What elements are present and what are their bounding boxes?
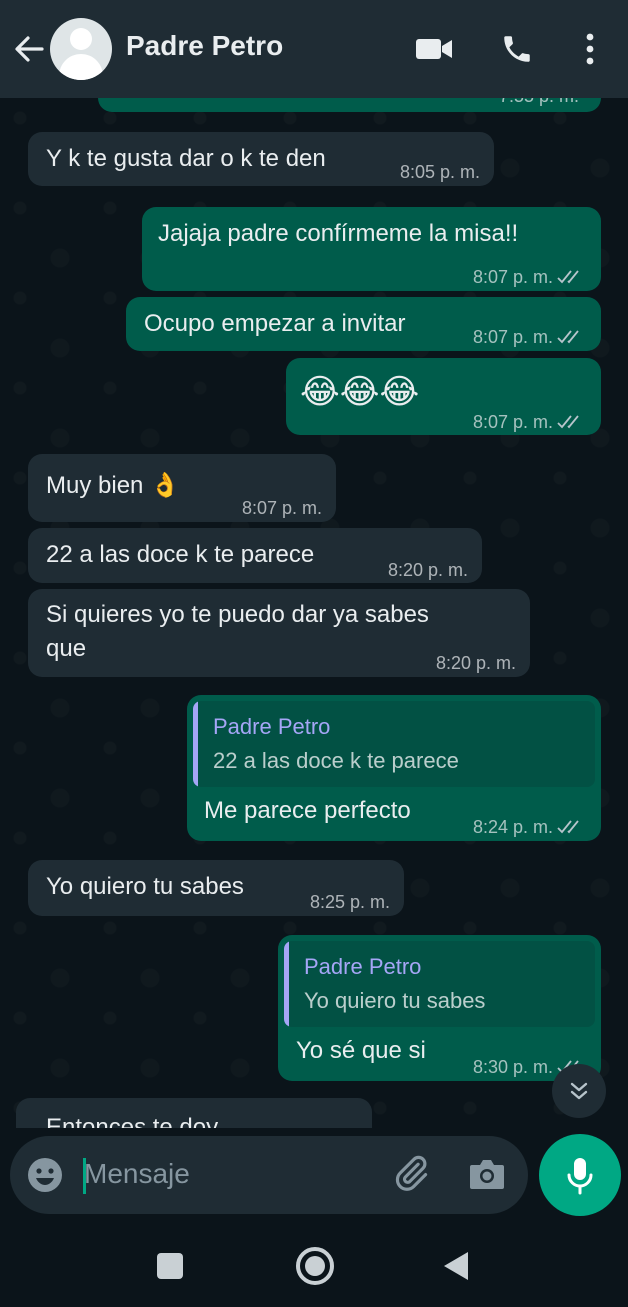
message-emoji: 😂😂😂 bbox=[300, 373, 420, 411]
quoted-message[interactable]: Padre Petro Yo quiero tu sabes bbox=[284, 941, 595, 1027]
message-text: Yo quiero tu sabes bbox=[46, 873, 244, 900]
chat-header: Padre Petro bbox=[0, 0, 628, 98]
message-time: 8:20 p. m. bbox=[435, 653, 516, 673]
message-bubble-outgoing[interactable]: Jajaja padre confírmeme la misa!! 8:07 p… bbox=[142, 207, 601, 291]
message-time: 8:25 p. m. bbox=[309, 892, 390, 912]
nav-square-icon[interactable] bbox=[156, 1252, 184, 1280]
message-input[interactable]: Mensaje bbox=[84, 1158, 190, 1190]
video-call-icon[interactable] bbox=[414, 34, 454, 64]
back-arrow-icon[interactable] bbox=[12, 32, 46, 66]
mic-icon bbox=[567, 1158, 593, 1195]
message-bubble-outgoing[interactable]: Padre Petro Yo quiero tu sabes Yo sé que… bbox=[278, 935, 601, 1081]
quoted-message[interactable]: Padre Petro 22 a las doce k te parece bbox=[193, 701, 595, 787]
message-time: 8:07 p. m. bbox=[472, 327, 553, 347]
scroll-down-icon bbox=[570, 1082, 588, 1100]
contact-name[interactable]: Padre Petro bbox=[126, 30, 283, 62]
quoted-text: 22 a las doce k te parece bbox=[213, 748, 459, 773]
system-nav-bar bbox=[0, 1224, 628, 1307]
emoji-icon[interactable] bbox=[26, 1156, 64, 1194]
message-bubble-outgoing[interactable]: 😂😂😂 8:07 p. m. bbox=[286, 358, 601, 435]
nav-triangle-icon[interactable] bbox=[442, 1250, 470, 1282]
message-bubble-incoming[interactable]: Muy bien 👌 8:07 p. m. bbox=[28, 454, 336, 522]
scroll-down-button[interactable] bbox=[552, 1064, 606, 1118]
quoted-text: Yo quiero tu sabes bbox=[304, 988, 486, 1013]
message-time: 8:07 p. m. bbox=[472, 412, 553, 432]
message-time: 8:30 p. m. bbox=[472, 1057, 553, 1077]
message-text: Si quieres yo te puedo dar ya sabes bbox=[46, 601, 429, 628]
read-ticks-icon bbox=[557, 330, 579, 344]
message-bubble-incoming[interactable]: Y k te gusta dar o k te den 8:05 p. m. bbox=[28, 132, 494, 186]
read-ticks-icon bbox=[557, 415, 579, 429]
message-bubble-incoming[interactable]: Entonces te doy bbox=[16, 1098, 372, 1128]
quoted-author: Padre Petro bbox=[213, 714, 331, 739]
message-bubble-incoming[interactable]: Si quieres yo te puedo dar ya sabes que … bbox=[28, 589, 530, 677]
message-text-line2: que bbox=[46, 635, 87, 662]
message-bubble-outgoing[interactable]: 7:55 p. m. bbox=[98, 98, 601, 112]
message-list[interactable]: 7:55 p. m. Y k te gusta dar o k te den 8… bbox=[0, 98, 628, 1128]
message-bubble-outgoing[interactable]: Ocupo empezar a invitar 8:07 p. m. bbox=[126, 297, 601, 351]
quoted-author: Padre Petro bbox=[304, 954, 422, 979]
message-time: 7:55 p. m. bbox=[499, 98, 579, 112]
message-text: Y k te gusta dar o k te den bbox=[46, 145, 326, 172]
message-bubble-incoming[interactable]: Yo quiero tu sabes 8:25 p. m. bbox=[28, 860, 404, 916]
message-time: 8:05 p. m. bbox=[399, 162, 480, 182]
message-text: 22 a las doce k te parece bbox=[46, 541, 315, 568]
avatar-icon bbox=[70, 28, 92, 50]
message-text: Yo sé que si bbox=[296, 1037, 426, 1064]
message-time: 8:24 p. m. bbox=[472, 817, 553, 837]
message-bubble-incoming[interactable]: 22 a las doce k te parece 8:20 p. m. bbox=[28, 528, 482, 583]
message-text: Jajaja padre confírmeme la misa!! bbox=[158, 220, 519, 247]
message-time: 8:07 p. m. bbox=[241, 498, 322, 518]
message-text: Me parece perfecto bbox=[204, 797, 411, 824]
camera-icon[interactable] bbox=[468, 1156, 506, 1192]
message-time: 8:07 p. m. bbox=[472, 267, 553, 287]
read-ticks-icon bbox=[557, 820, 579, 834]
message-time: 8:20 p. m. bbox=[387, 560, 468, 580]
nav-circle-icon[interactable] bbox=[295, 1246, 335, 1286]
attach-icon[interactable] bbox=[392, 1154, 430, 1192]
message-text: Ocupo empezar a invitar bbox=[144, 310, 406, 337]
message-text: Entonces te doy bbox=[46, 1114, 219, 1128]
phone-icon[interactable] bbox=[500, 32, 534, 66]
voice-record-button[interactable] bbox=[539, 1134, 621, 1216]
message-bubble-outgoing[interactable]: Padre Petro 22 a las doce k te parece Me… bbox=[187, 695, 601, 841]
message-text: Muy bien 👌 bbox=[46, 472, 180, 499]
more-icon[interactable] bbox=[580, 32, 600, 66]
avatar[interactable] bbox=[50, 18, 112, 80]
read-ticks-icon bbox=[557, 270, 579, 284]
